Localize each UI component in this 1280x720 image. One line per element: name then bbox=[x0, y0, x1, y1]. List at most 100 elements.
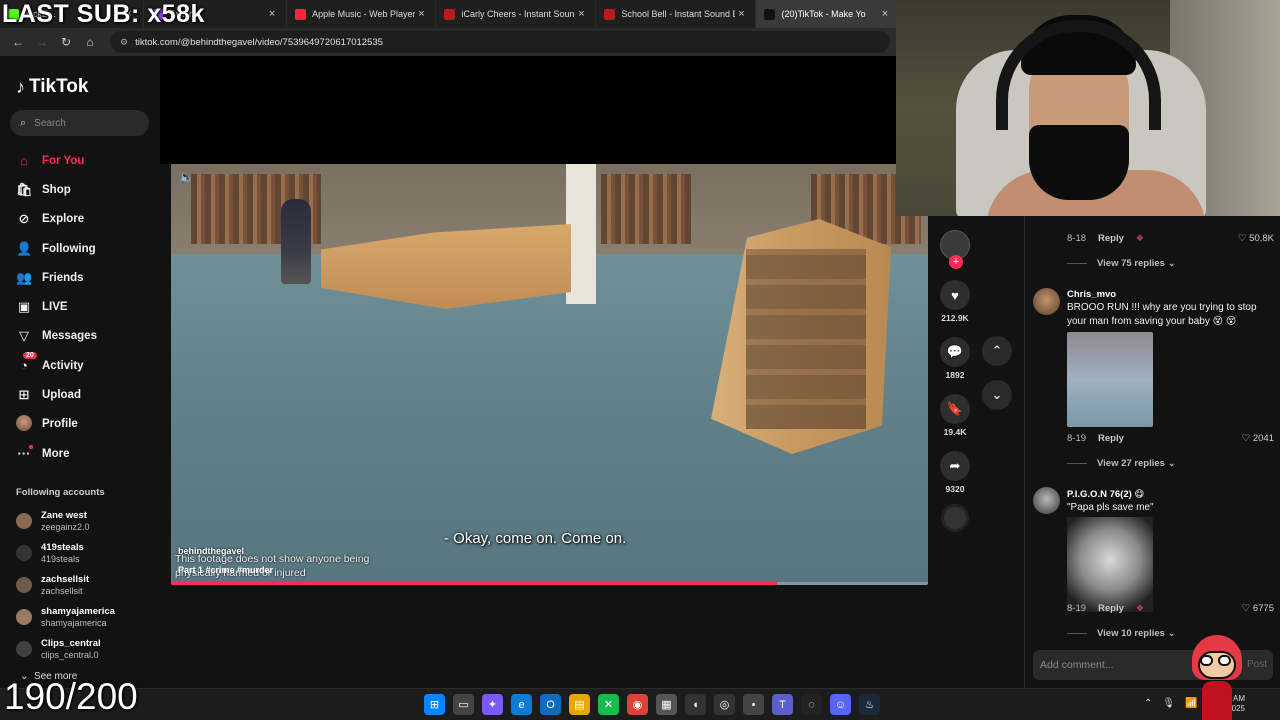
divider bbox=[1067, 463, 1087, 464]
outlook-icon[interactable]: O bbox=[540, 694, 561, 715]
cartoon-sticker-overlay bbox=[1178, 625, 1258, 720]
following-account[interactable]: 419steals 419steals bbox=[16, 537, 115, 569]
app-icon[interactable]: ◌ bbox=[801, 694, 822, 715]
nav-item-live[interactable]: ▣ LIVE bbox=[16, 292, 156, 321]
creator-liked-icon: ❖ bbox=[1135, 233, 1144, 243]
account-name: Clips_central bbox=[41, 637, 101, 649]
nav-item-shop[interactable]: 🛍 Shop bbox=[16, 175, 156, 204]
creator-avatar[interactable]: + bbox=[940, 230, 970, 269]
view-replies-button[interactable]: View 10 replies ⌄ bbox=[1067, 628, 1176, 639]
search-icon: ⌕ bbox=[20, 116, 27, 129]
share-button[interactable]: ➦ bbox=[940, 451, 970, 481]
account-handle: zeegainz2.0 bbox=[41, 521, 90, 532]
view-replies-button[interactable]: View 75 replies ⌄ bbox=[1067, 258, 1176, 269]
tray-overflow-icon[interactable]: ⌃ bbox=[1144, 698, 1152, 709]
commenter-avatar[interactable] bbox=[1033, 487, 1060, 514]
reply-button[interactable]: Reply bbox=[1098, 603, 1124, 614]
video-scene-shelf bbox=[601, 174, 691, 244]
previous-video-button[interactable]: ⌃ bbox=[982, 336, 1012, 366]
comment-like-count: 6775 bbox=[1252, 603, 1274, 614]
commenter-avatar[interactable] bbox=[1033, 288, 1060, 315]
screen: KickD... × Twitch × Apple Music - Web Player… bbox=[0, 0, 1280, 720]
volume-icon[interactable]: 🔈 bbox=[179, 170, 194, 184]
following-account[interactable]: shamyajamerica shamyajamerica bbox=[16, 601, 115, 633]
music-disc-icon[interactable] bbox=[941, 504, 969, 532]
comment-image[interactable] bbox=[1067, 332, 1153, 427]
tab-close-icon[interactable]: × bbox=[266, 8, 278, 20]
file-explorer-icon[interactable]: ▤ bbox=[569, 694, 590, 715]
nav-item-messages[interactable]: ▽ Messages bbox=[16, 322, 156, 351]
tab-close-icon[interactable]: × bbox=[415, 8, 427, 20]
follow-plus-icon[interactable]: + bbox=[949, 255, 963, 269]
comment-text: BROOO RUN !!! why are you trying to stop… bbox=[1067, 302, 1257, 327]
view-replies-label: View 27 replies bbox=[1097, 458, 1165, 469]
comment-like-button[interactable]: ♡ 6775 bbox=[1242, 603, 1274, 614]
comment-button[interactable]: 💬 bbox=[940, 337, 970, 367]
forward-icon[interactable]: → bbox=[32, 32, 52, 52]
like-button[interactable]: ♥ bbox=[940, 280, 970, 310]
nav-item-upload[interactable]: ⊞ Upload bbox=[16, 380, 156, 409]
alien-app-icon[interactable]: ◖ bbox=[685, 694, 706, 715]
view-replies-button[interactable]: View 27 replies ⌄ bbox=[1067, 458, 1176, 469]
video-hashtags[interactable]: Part 1 #crime #murder bbox=[178, 565, 273, 575]
comment-image[interactable] bbox=[1067, 517, 1153, 612]
nav-label: Friends bbox=[42, 271, 84, 284]
tiktok-logo[interactable]: ♪ TikTok bbox=[16, 76, 88, 98]
back-icon[interactable]: ← bbox=[8, 32, 28, 52]
like-count: 212.9K bbox=[941, 313, 969, 323]
nav-item-more[interactable]: ··· More bbox=[16, 439, 156, 468]
obs-icon[interactable]: ◎ bbox=[714, 694, 735, 715]
following-account[interactable]: zachsellsit zachsellsit bbox=[16, 569, 115, 601]
browser-tab[interactable]: (20)TikTok - Make Yo × bbox=[756, 0, 901, 28]
following-account[interactable]: Zane west zeegainz2.0 bbox=[16, 505, 115, 537]
tab-favicon-icon bbox=[295, 8, 307, 20]
nav-label: LIVE bbox=[42, 301, 68, 314]
microphone-icon[interactable]: 🎙 bbox=[1162, 698, 1175, 709]
nav-item-profile[interactable]: Profile bbox=[16, 410, 156, 439]
nav-label: Profile bbox=[42, 418, 78, 431]
browser-tab[interactable]: School Bell - Instant Sound Effe× bbox=[596, 0, 757, 28]
comment-icon: 💬 bbox=[946, 344, 964, 359]
video-player[interactable]: 🔈 behindthegavel This footage does not s… bbox=[171, 164, 928, 585]
tab-close-icon[interactable]: × bbox=[879, 8, 891, 20]
browser-tab[interactable]: Apple Music - Web Player × bbox=[287, 0, 437, 28]
account-handle: clips_central.0 bbox=[41, 649, 99, 660]
following-account[interactable]: Clips_central clips_central.0 bbox=[16, 633, 115, 665]
nav-item-friends[interactable]: 👥 Friends bbox=[16, 263, 156, 292]
site-info-icon[interactable]: ⚙ bbox=[120, 37, 128, 48]
reply-button[interactable]: Reply bbox=[1098, 433, 1124, 444]
steam-icon[interactable]: ♨ bbox=[859, 694, 880, 715]
discord-icon[interactable]: ☺ bbox=[830, 694, 851, 715]
teams-icon[interactable]: T bbox=[772, 694, 793, 715]
app-icon[interactable]: • bbox=[743, 694, 764, 715]
edge-icon[interactable]: e bbox=[511, 694, 532, 715]
nav-item-following[interactable]: 👤 Following bbox=[16, 234, 156, 263]
copilot-icon[interactable]: ✦ bbox=[482, 694, 503, 715]
video-subtitle: - Okay, come on. Come on. bbox=[444, 530, 627, 547]
commenter-name[interactable]: Chris_mvo bbox=[1067, 289, 1116, 300]
comment-like-button[interactable]: ♡ 2041 bbox=[1242, 433, 1274, 444]
save-button[interactable]: 🔖 bbox=[940, 394, 970, 424]
nav-item-for-you[interactable]: ⌂ For You bbox=[16, 146, 156, 175]
search-input[interactable]: ⌕ Search bbox=[10, 110, 149, 136]
reload-icon[interactable]: ↻ bbox=[56, 32, 76, 52]
tab-close-icon[interactable]: × bbox=[575, 8, 587, 20]
task-view-icon[interactable]: ▭ bbox=[453, 694, 474, 715]
commenter-name[interactable]: P.I.G.O.N 76(2) 😋 bbox=[1067, 489, 1144, 500]
video-progress-bar[interactable] bbox=[171, 582, 928, 585]
start-icon[interactable]: ⊞ bbox=[424, 694, 445, 715]
home-icon[interactable]: ⌂ bbox=[80, 32, 100, 52]
url-field[interactable]: ⚙ tiktok.com/@behindthegavel/video/75396… bbox=[110, 31, 890, 53]
reply-button[interactable]: Reply bbox=[1098, 233, 1124, 244]
comment-like-button[interactable]: ♡ 50.8K bbox=[1238, 233, 1274, 244]
save-count: 19.4K bbox=[943, 427, 967, 437]
store-icon[interactable]: ▦ bbox=[656, 694, 677, 715]
next-video-button[interactable]: ⌄ bbox=[982, 380, 1012, 410]
tab-close-icon[interactable]: × bbox=[735, 8, 747, 20]
xbox-icon[interactable]: ✕ bbox=[598, 694, 619, 715]
nav-item-explore[interactable]: ⊘ Explore bbox=[16, 205, 156, 234]
nav-item-activity[interactable]: ◔ 20 Activity bbox=[16, 351, 156, 380]
account-handle: 419steals bbox=[41, 553, 80, 564]
chrome-icon[interactable]: ◉ bbox=[627, 694, 648, 715]
browser-tab[interactable]: iCarly Cheers - Instant Sound E × bbox=[436, 0, 597, 28]
